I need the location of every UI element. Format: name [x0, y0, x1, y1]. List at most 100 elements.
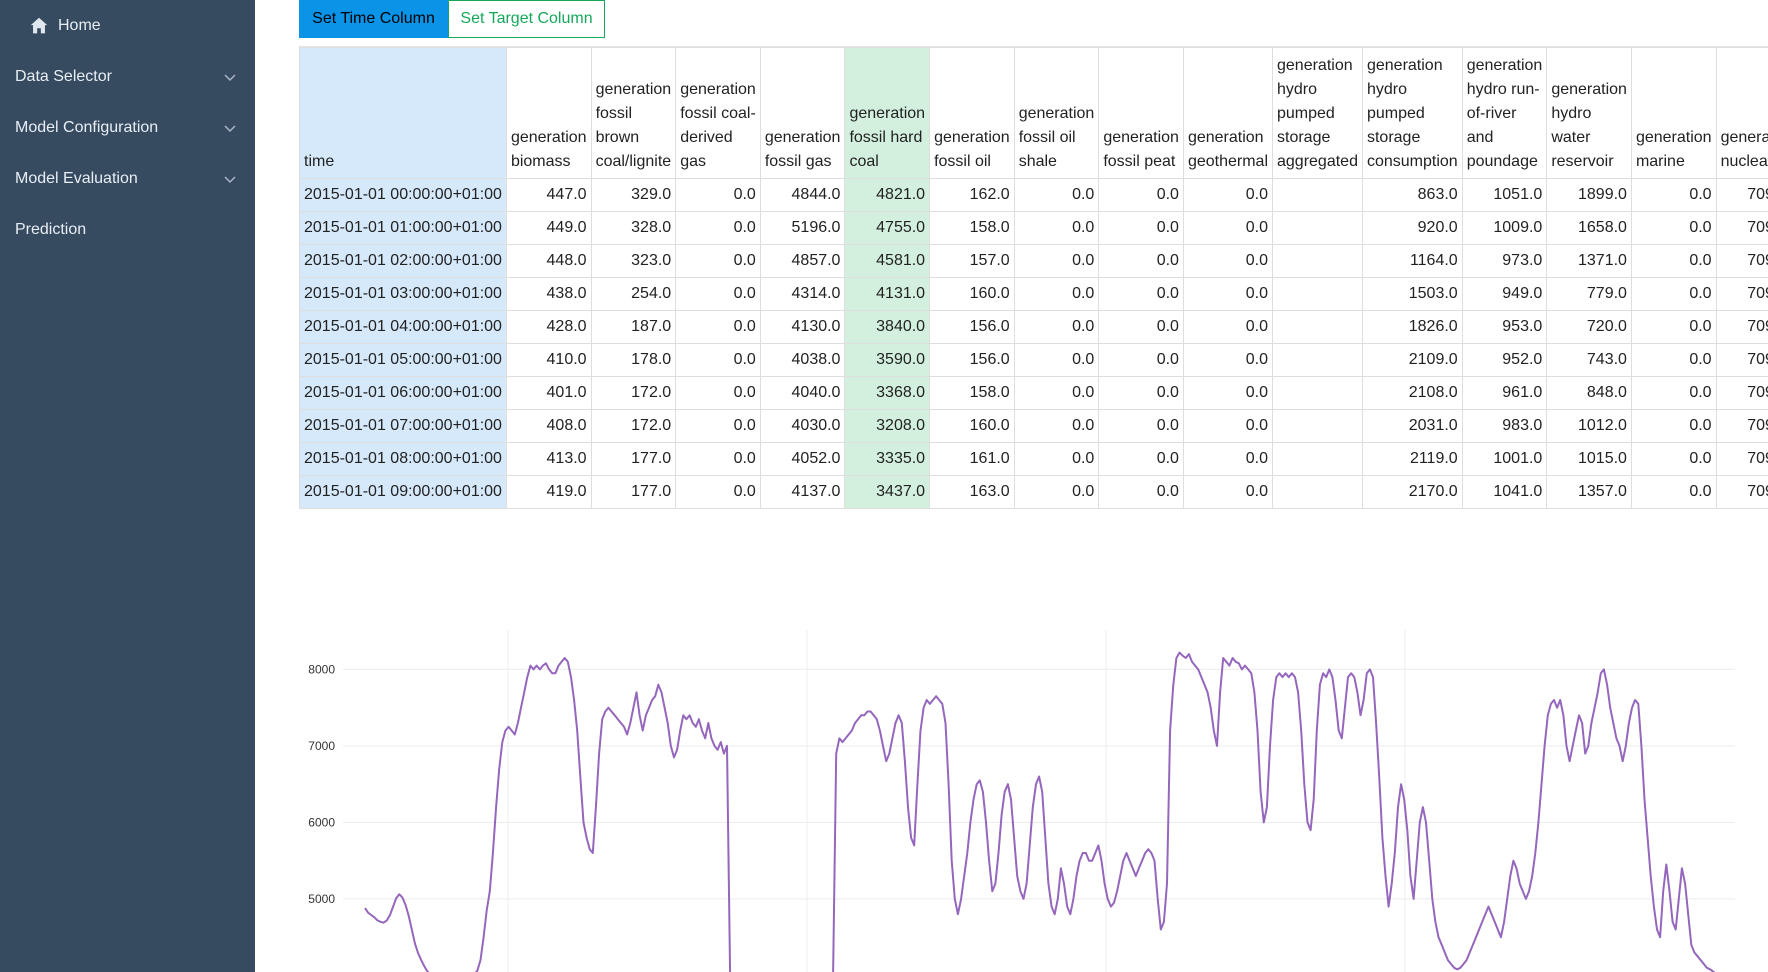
column-header[interactable]: generation geothermal [1182, 47, 1274, 179]
table-cell: 3840.0 [844, 310, 931, 344]
column-header[interactable]: generation fossil oil [929, 47, 1015, 179]
home-icon [30, 17, 48, 34]
table-cell [1272, 409, 1363, 443]
table-cell: 3208.0 [844, 409, 931, 443]
sidebar-item-prediction[interactable]: Prediction [0, 210, 255, 250]
table-cell: 0.0 [1098, 310, 1184, 344]
table-cell: 0.0 [675, 310, 761, 344]
table-cell: 3590.0 [844, 343, 931, 377]
table-cell: 0.0 [675, 442, 761, 476]
column-header[interactable]: generation fossil coal-derived gas [675, 47, 761, 179]
table-cell: 2015-01-01 07:00:00+01:00 [299, 409, 507, 443]
column-header[interactable]: generation hydro water reservoir [1546, 47, 1632, 179]
table-cell: 949.0 [1461, 277, 1548, 311]
sidebar-item-model-evaluation[interactable]: Model Evaluation [0, 159, 255, 199]
table-cell: 0.0 [675, 277, 761, 311]
table-cell: 953.0 [1461, 310, 1548, 344]
table-cell: 0.0 [1013, 442, 1100, 476]
table-cell: 187.0 [590, 310, 677, 344]
table-cell: 4131.0 [844, 277, 931, 311]
table-cell: 0.0 [1182, 244, 1274, 278]
set-time-column-button[interactable]: Set Time Column [299, 0, 448, 38]
table-cell: 2015-01-01 09:00:00+01:00 [299, 475, 507, 509]
table-cell: 0.0 [1182, 310, 1274, 344]
table-row: 2015-01-01 03:00:00+01:00 438.0 254.0 0.0 43… [299, 277, 1768, 311]
table-cell: 1001.0 [1461, 442, 1548, 476]
column-header[interactable]: generation fossil gas [759, 47, 846, 179]
table-cell: 0.0 [1013, 343, 1100, 377]
table-cell: 7097.0 [1715, 310, 1768, 344]
table-cell: 0.0 [1013, 244, 1100, 278]
table-cell: 0.0 [1630, 211, 1717, 245]
sidebar-item-label: Prediction [15, 221, 87, 238]
table-cell [1272, 442, 1363, 476]
table-cell: 2015-01-01 03:00:00+01:00 [299, 277, 507, 311]
table-cell: 160.0 [929, 277, 1015, 311]
table-cell: 161.0 [929, 442, 1015, 476]
sidebar-item-data-selector[interactable]: Data Selector [0, 57, 255, 97]
table-cell [1272, 211, 1363, 245]
column-header[interactable]: generation hydro pumped storage aggregat… [1272, 47, 1363, 179]
table-cell: 410.0 [505, 343, 592, 377]
table-cell: 2108.0 [1361, 376, 1463, 410]
column-header[interactable]: generation hydro run-of-river and pounda… [1461, 47, 1548, 179]
table-cell: 0.0 [1013, 409, 1100, 443]
table-cell: 0.0 [675, 244, 761, 278]
column-header[interactable]: generation biomass [505, 47, 592, 179]
table-cell: 3437.0 [844, 475, 931, 509]
table-cell: 3335.0 [844, 442, 931, 476]
table-cell: 419.0 [505, 475, 592, 509]
sidebar-item-home[interactable]: Home [0, 6, 255, 46]
table-cell: 848.0 [1546, 376, 1632, 410]
table-cell: 0.0 [1182, 475, 1274, 509]
table-cell: 4755.0 [844, 211, 931, 245]
column-header[interactable]: time [299, 47, 507, 179]
column-header[interactable]: generation fossil oil shale [1013, 47, 1100, 179]
table-cell: 157.0 [929, 244, 1015, 278]
column-header[interactable]: generation fossil brown coal/lignite [590, 47, 677, 179]
table-cell: 2015-01-01 05:00:00+01:00 [299, 343, 507, 377]
table-cell: 1503.0 [1361, 277, 1463, 311]
column-header[interactable]: generation fossil hard coal [844, 47, 931, 179]
table-cell: 0.0 [1182, 211, 1274, 245]
table-cell: 2015-01-01 04:00:00+01:00 [299, 310, 507, 344]
table-cell: 1826.0 [1361, 310, 1463, 344]
table-cell: 254.0 [590, 277, 677, 311]
table-cell: 177.0 [590, 475, 677, 509]
sidebar: Home Data Selector Model Configuration M… [0, 0, 255, 972]
y-tick-label: 7000 [308, 739, 335, 753]
table-cell: 0.0 [1182, 277, 1274, 311]
table-cell: 0.0 [1098, 376, 1184, 410]
table-cell: 160.0 [929, 409, 1015, 443]
table-cell: 0.0 [1013, 310, 1100, 344]
table-cell: 177.0 [590, 442, 677, 476]
table-cell: 5196.0 [759, 211, 846, 245]
column-header[interactable]: generation marine [1630, 47, 1717, 179]
table-cell: 428.0 [505, 310, 592, 344]
table-cell: 0.0 [1098, 277, 1184, 311]
column-header[interactable]: generation fossil peat [1098, 47, 1184, 179]
column-header[interactable]: generation hydro pumped storage consumpt… [1361, 47, 1463, 179]
table-cell: 1015.0 [1546, 442, 1632, 476]
table-cell: 4857.0 [759, 244, 846, 278]
table-cell: 2015-01-01 06:00:00+01:00 [299, 376, 507, 410]
table-cell: 0.0 [1182, 178, 1274, 212]
table-cell: 863.0 [1361, 178, 1463, 212]
chevron-down-icon [224, 74, 236, 82]
table-cell: 0.0 [675, 178, 761, 212]
table-cell: 328.0 [590, 211, 677, 245]
set-target-column-button[interactable]: Set Target Column [448, 0, 605, 38]
column-header[interactable]: generation nuclear [1715, 47, 1768, 179]
table-row: 2015-01-01 06:00:00+01:00 401.0 172.0 0.0 40… [299, 376, 1768, 410]
table-cell: 4030.0 [759, 409, 846, 443]
table-cell: 7098.0 [1715, 343, 1768, 377]
table-cell: 0.0 [1098, 178, 1184, 212]
table-cell: 0.0 [1630, 376, 1717, 410]
table-cell: 0.0 [1182, 343, 1274, 377]
table-cell: 1658.0 [1546, 211, 1632, 245]
table-cell: 0.0 [1013, 475, 1100, 509]
sidebar-item-model-configuration[interactable]: Model Configuration [0, 108, 255, 148]
table-cell: 7098.0 [1715, 442, 1768, 476]
table-cell: 4052.0 [759, 442, 846, 476]
table-cell: 0.0 [1630, 244, 1717, 278]
